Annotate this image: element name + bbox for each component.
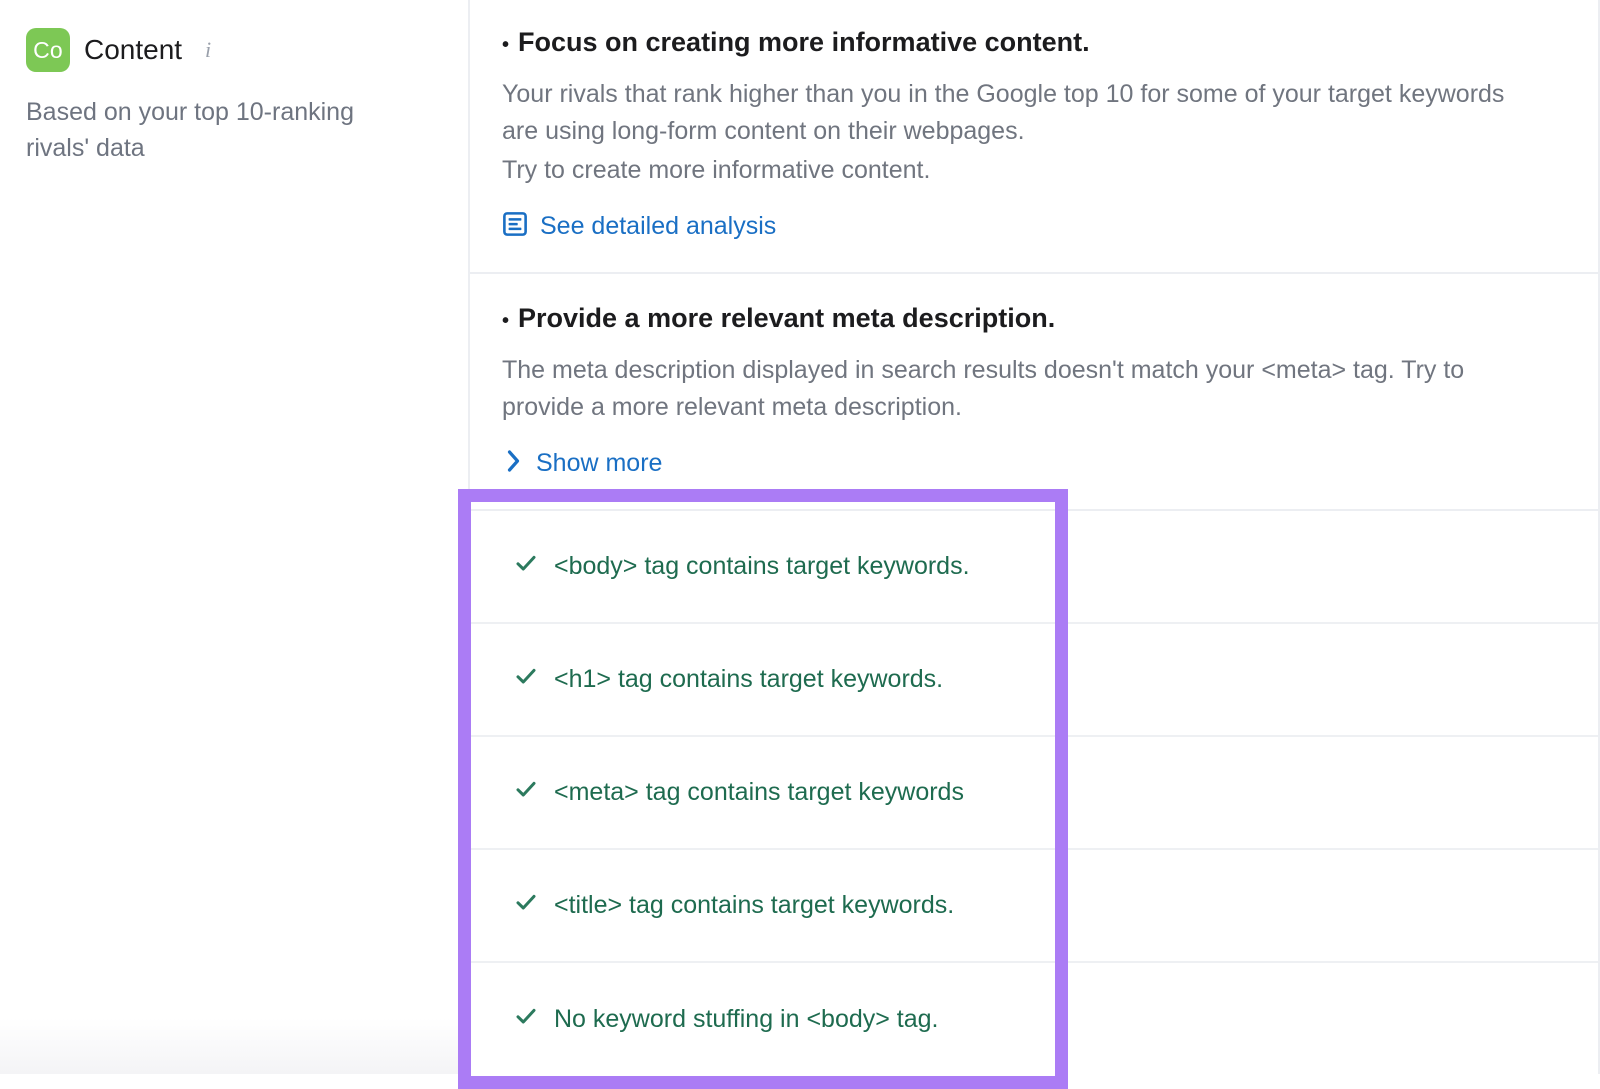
check-row[interactable]: No keyword stuffing in <body> tag.: [470, 963, 1598, 1076]
info-icon[interactable]: i: [200, 39, 216, 61]
check-icon: [514, 777, 538, 808]
document-analysis-icon: [502, 211, 528, 242]
check-row[interactable]: <meta> tag contains target keywords: [470, 737, 1598, 850]
seo-audit-panel: Co Content i Based on your top 10-rankin…: [0, 0, 1600, 1074]
recommendation-body-line-2: Try to create more informative content.: [502, 152, 1542, 189]
check-label: <meta> tag contains target keywords: [554, 778, 964, 807]
check-label: <body> tag contains target keywords.: [554, 552, 970, 581]
bullet-icon: •: [502, 311, 509, 331]
chevron-right-icon: [506, 448, 522, 479]
recommendation-heading-text: Focus on creating more informative conte…: [518, 26, 1090, 60]
check-row[interactable]: <title> tag contains target keywords.: [470, 850, 1598, 963]
check-row[interactable]: <body> tag contains target keywords.: [470, 511, 1598, 624]
recommendation-body-line-1: The meta description displayed in search…: [502, 352, 1542, 426]
recommendation-body-line-1: Your rivals that rank higher than you in…: [502, 76, 1542, 150]
check-icon: [514, 1004, 538, 1035]
sidebar-content-section: Co Content i Based on your top 10-rankin…: [0, 0, 470, 1074]
recommendation-card-content: • Focus on creating more informative con…: [470, 0, 1598, 274]
check-label: <title> tag contains target keywords.: [554, 891, 954, 920]
show-more-label: Show more: [536, 451, 662, 476]
recommendations-list: • Focus on creating more informative con…: [470, 0, 1600, 1074]
see-detailed-analysis-link[interactable]: See detailed analysis: [502, 211, 776, 242]
passed-checks-list: <body> tag contains target keywords. <h1…: [470, 511, 1598, 1076]
check-icon: [514, 890, 538, 921]
recommendation-heading: • Focus on creating more informative con…: [502, 26, 1558, 60]
recommendation-heading-text: Provide a more relevant meta description…: [518, 302, 1055, 336]
see-detailed-analysis-label: See detailed analysis: [540, 214, 776, 239]
recommendation-card-meta-description: • Provide a more relevant meta descripti…: [470, 274, 1598, 511]
check-label: No keyword stuffing in <body> tag.: [554, 1005, 939, 1034]
show-more-link[interactable]: Show more: [502, 448, 662, 479]
bullet-icon: •: [502, 35, 509, 55]
sidebar-description: Based on your top 10-ranking rivals' dat…: [26, 94, 416, 167]
check-icon: [514, 664, 538, 695]
content-badge: Co: [26, 28, 70, 72]
sidebar-bottom-fade: [0, 1018, 466, 1074]
recommendation-heading: • Provide a more relevant meta descripti…: [502, 302, 1558, 336]
check-label: <h1> tag contains target keywords.: [554, 665, 943, 694]
page-title: Content: [84, 36, 182, 64]
check-icon: [514, 551, 538, 582]
check-row[interactable]: <h1> tag contains target keywords.: [470, 624, 1598, 737]
sidebar-header: Co Content i: [26, 28, 438, 72]
